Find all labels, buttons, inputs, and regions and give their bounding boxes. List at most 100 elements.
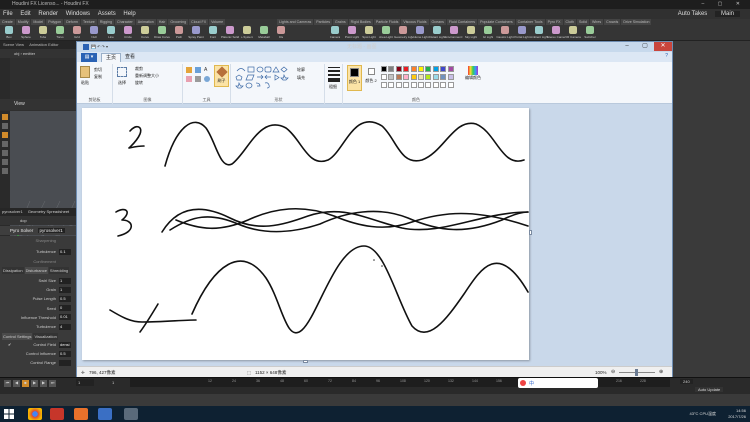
shelf-tool[interactable]: Geometry Light <box>394 26 412 40</box>
color-swatch[interactable] <box>395 74 402 80</box>
shelf-tab[interactable]: Oceans <box>429 19 446 25</box>
shelf-tool[interactable]: Sky Light <box>464 26 478 40</box>
chrome-icon[interactable] <box>28 408 42 420</box>
shelf-tool[interactable]: Torus <box>53 26 67 40</box>
zoom-out-button[interactable]: ⊖ <box>611 367 615 378</box>
shelf-tool[interactable]: Ambient Light <box>530 26 548 40</box>
shelf-tool[interactable]: Caustic Light <box>496 26 514 40</box>
path-obj[interactable]: obj <box>14 51 19 56</box>
menu-help[interactable]: Help <box>123 11 135 17</box>
shelf-tab[interactable]: Wires <box>589 19 604 25</box>
shelf-tab[interactable]: Fluid Containers <box>446 19 478 25</box>
shelf-tab[interactable]: Lights and Cameras <box>277 19 314 25</box>
scale-tool-icon[interactable] <box>2 150 8 156</box>
close-button[interactable]: ✕ <box>654 42 672 51</box>
select-icon[interactable] <box>117 67 127 77</box>
node-name-field[interactable]: pyrosolver1 <box>37 228 65 233</box>
shelf-tool[interactable]: File <box>274 26 288 40</box>
paste-label[interactable]: 粘贴 <box>81 80 89 86</box>
maximize-button[interactable]: ▢ <box>636 42 654 51</box>
color-swatch[interactable] <box>381 66 387 72</box>
shelf-tool[interactable]: Sphere <box>19 26 33 40</box>
shelf-tool[interactable]: GI Light <box>481 26 495 40</box>
shelf-tool[interactable]: Circle <box>121 26 135 40</box>
color-swatch[interactable] <box>388 66 395 72</box>
tab-geometry-spreadsheet[interactable]: Geometry Spreadsheet <box>28 209 69 214</box>
color1-button[interactable]: 颜色 1 <box>347 65 362 91</box>
color-swatch[interactable] <box>388 82 395 88</box>
drawing-canvas[interactable] <box>82 108 529 360</box>
color-swatch[interactable] <box>403 74 410 80</box>
shelf-tool[interactable]: Switcher <box>583 26 597 40</box>
shelf-tab[interactable]: Viscous Fluids <box>401 19 429 25</box>
shelf-tab[interactable]: Populate Containers <box>478 19 515 25</box>
color-swatch[interactable] <box>425 74 432 80</box>
shelf-tool[interactable]: Platonic Solids <box>221 26 239 40</box>
param-value-field[interactable]: 0 <box>59 305 71 312</box>
file-menu-button[interactable]: ▤ ▾ <box>81 53 97 62</box>
color-swatch[interactable] <box>432 82 439 88</box>
zoom-in-button[interactable]: ⊕ <box>659 367 663 378</box>
shelf-tool[interactable]: Font <box>206 26 220 40</box>
shelf-tab[interactable]: Rigid Bodies <box>348 19 373 25</box>
color-swatch[interactable] <box>425 82 432 88</box>
shelf-tab[interactable]: Solid <box>576 19 589 25</box>
shelf-tab[interactable]: Particles <box>314 19 333 25</box>
shelf-tab[interactable]: Crowds <box>604 19 621 25</box>
menu-file[interactable]: File <box>3 11 13 17</box>
cut-button[interactable]: 剪切 <box>94 67 102 73</box>
edit-colors-button[interactable]: 编辑颜色 <box>461 66 485 90</box>
resize-button[interactable]: 重新调整大小 <box>135 73 159 79</box>
pose-tool-icon[interactable] <box>2 159 8 165</box>
shelf-tool[interactable]: Tube <box>36 26 50 40</box>
shelf-tab[interactable]: Model <box>31 19 46 25</box>
path-node[interactable]: emitter <box>23 51 35 56</box>
shelf-tool[interactable]: Spot Light <box>362 26 376 40</box>
menu-edit[interactable]: Edit <box>20 11 30 17</box>
pencil-icon[interactable] <box>186 67 192 73</box>
folder-taskbar-icon[interactable] <box>124 408 138 420</box>
shelf-tool[interactable]: Environment Light <box>445 26 463 40</box>
auto-takes-toggle[interactable]: Auto Takes <box>678 11 708 17</box>
clock-date[interactable]: 2017/7/26 <box>728 414 746 420</box>
shelf-tool[interactable]: Area Light <box>379 26 393 40</box>
size-label[interactable]: 粗细 <box>329 84 337 90</box>
update-mode[interactable]: Auto Update <box>695 387 724 392</box>
color-swatch[interactable] <box>395 82 402 88</box>
shelf-tab[interactable]: Grains <box>333 19 348 25</box>
step-back-icon[interactable]: ◀ <box>13 380 20 387</box>
shelf-tab[interactable]: Character <box>114 19 135 25</box>
color-swatch[interactable] <box>381 82 387 88</box>
shelf-tool[interactable]: Line <box>104 26 118 40</box>
color2-button[interactable]: 颜色 2 <box>364 65 378 91</box>
zoom-slider-thumb[interactable] <box>635 369 638 376</box>
color-swatch[interactable] <box>440 74 447 80</box>
shelf-tab[interactable]: Particle Fluids <box>373 19 401 25</box>
color-swatch[interactable] <box>440 82 447 88</box>
window-controls[interactable]: – ▢ ✕ <box>702 0 746 9</box>
shelf-tool[interactable]: Draw Curve <box>154 26 170 40</box>
stop-icon[interactable]: ■ <box>22 380 29 387</box>
frame-field[interactable]: 1 <box>76 379 94 386</box>
shelf-tool[interactable]: Point Light <box>345 26 359 40</box>
brush-button[interactable]: 刷子 <box>214 65 229 87</box>
subtab-disturbance[interactable]: Disturbance <box>24 267 48 274</box>
color-swatch[interactable] <box>440 66 447 72</box>
shelf-tab[interactable]: Polygon <box>46 19 64 25</box>
go-end-icon[interactable]: ⏭ <box>49 380 56 387</box>
shelf-tool[interactable]: Volume Light <box>411 26 429 40</box>
select-label[interactable]: 选择 <box>118 80 126 86</box>
crop-button[interactable]: 裁剪 <box>135 66 143 72</box>
color-swatch[interactable] <box>381 74 387 80</box>
shapes-gallery[interactable] <box>235 66 293 90</box>
subtab-control-settings[interactable]: Control Settings <box>2 333 33 340</box>
color-swatch[interactable] <box>395 66 402 72</box>
subtab-visualization[interactable]: Visualization <box>33 333 58 340</box>
rotate-button[interactable]: 旋转 <box>135 80 143 86</box>
range-start[interactable]: 1 <box>112 380 114 385</box>
color-swatch[interactable] <box>418 66 424 72</box>
color-swatch[interactable] <box>432 74 439 80</box>
quick-access-toolbar[interactable]: 💾 ↶ ↷ ▾ <box>91 42 108 52</box>
shelf-tool[interactable]: Metaball <box>257 26 271 40</box>
magnifier-icon[interactable] <box>204 76 210 82</box>
